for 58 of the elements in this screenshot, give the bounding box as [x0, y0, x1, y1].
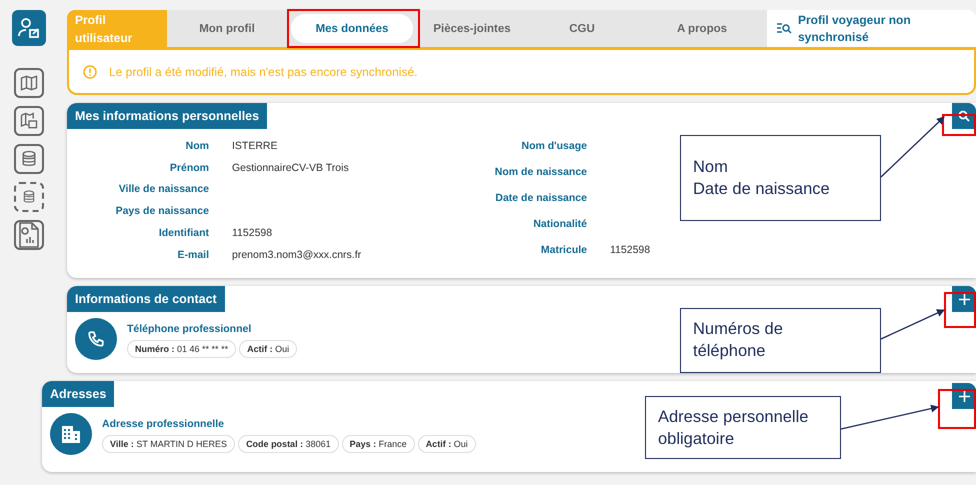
- sync-status: Profil voyageur non synchronisé: [798, 12, 912, 46]
- phone-icon: [87, 330, 105, 348]
- field-value: prenom3.nom3@xxx.cnrs.fr: [232, 248, 362, 263]
- user-edit-icon: [17, 16, 41, 40]
- sidebar-button[interactable]: [14, 106, 44, 136]
- field-label: Identifiant: [158, 226, 209, 241]
- field-chip: Actif : Oui: [239, 340, 298, 358]
- field-chip: Pays : France: [342, 434, 415, 452]
- section-title: Adresses: [42, 381, 114, 407]
- field-chip: Actif : Oui: [418, 434, 476, 452]
- tab[interactable]: A propos: [637, 10, 767, 47]
- alert-message: Le profil a été modifié, mais n'est pas encore synchronisé.: [109, 64, 418, 78]
- field-label: E-mail: [176, 248, 209, 263]
- list-search-icon: [777, 23, 792, 34]
- callout-text: Numéros de: [693, 319, 784, 340]
- tab[interactable]: Pièces-jointes: [417, 10, 527, 47]
- field-label: Nationalité: [532, 217, 587, 232]
- field-value: ISTERRE: [232, 139, 279, 154]
- sidebar-button[interactable]: [14, 68, 44, 98]
- field-chip: Code postal : 38061: [238, 434, 339, 452]
- plus-icon: [958, 390, 970, 402]
- field-chip: Numéro : 01 46 ** ** **: [127, 340, 236, 358]
- field-label: Pays de naissance: [114, 204, 209, 220]
- callout-text: Nom: [693, 157, 729, 178]
- entry-title: Adresse professionnelle: [102, 418, 225, 430]
- plus-icon: [958, 294, 970, 304]
- field-value: 1152598: [610, 243, 652, 258]
- callout-text: Adresse personnelle: [658, 407, 810, 428]
- map-icon: [19, 73, 39, 93]
- section-title: Mes informations personnelles: [67, 103, 268, 129]
- field-label: Matricule: [540, 243, 587, 258]
- chart-document-icon: [18, 222, 40, 248]
- field-label: Date de naissance: [494, 191, 587, 206]
- search-icon: [958, 110, 970, 122]
- coins-icon: [21, 189, 37, 205]
- sidebar-button[interactable]: [12, 10, 46, 46]
- warning-icon: [83, 64, 97, 78]
- section-title: Informations de contact: [67, 286, 225, 312]
- callout-text: Date de naissance: [693, 179, 831, 200]
- callout-text: obligatoire: [658, 429, 736, 450]
- sidebar-button[interactable]: [14, 182, 44, 212]
- sidebar-button[interactable]: [14, 144, 44, 174]
- field-label: Nom: [184, 139, 209, 154]
- app-title: Profil utilisateur: [67, 10, 167, 47]
- field-label: Nom d'usage: [520, 139, 587, 154]
- field-value: 1152598: [232, 226, 274, 241]
- building-icon: [61, 425, 81, 443]
- field-label: Ville de naissance: [118, 182, 209, 198]
- tab[interactable]: Mon profil: [167, 10, 287, 47]
- sidebar-button[interactable]: [14, 220, 44, 250]
- field-value: GestionnaireCV-VB Trois: [232, 160, 350, 176]
- map-calendar-icon: [19, 111, 39, 131]
- field-chip: Ville : ST MARTIN D HERES: [102, 434, 236, 452]
- callout-text: téléphone: [693, 341, 766, 362]
- field-label: Nom de naissance: [494, 165, 587, 180]
- entry-title: Téléphone professionnel: [127, 322, 252, 334]
- field-label: Prénom: [168, 160, 209, 176]
- tab[interactable]: CGU: [527, 10, 637, 47]
